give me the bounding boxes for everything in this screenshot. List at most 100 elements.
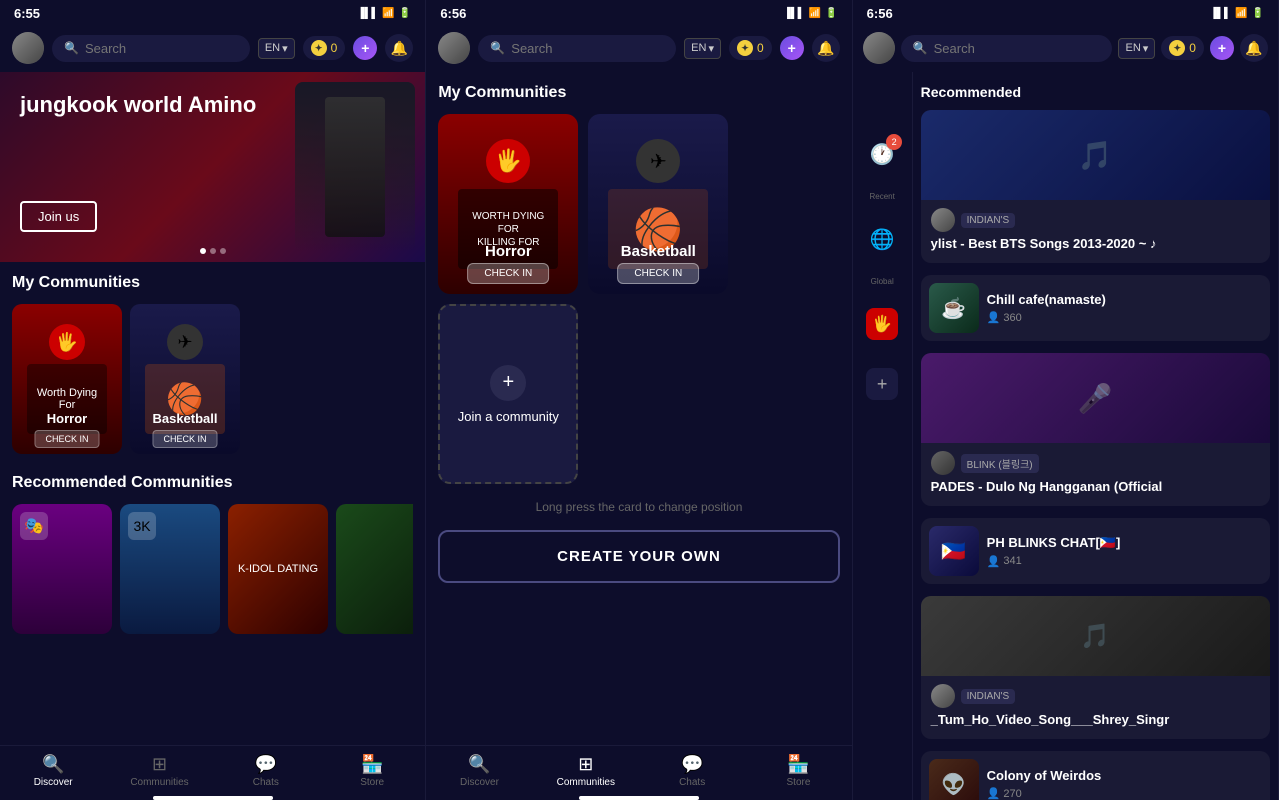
battery-icon-2: 🔋 — [825, 8, 837, 19]
search-bar-2[interactable]: 🔍 — [478, 35, 676, 62]
nav-discover-1[interactable]: 🔍 Discover — [0, 754, 106, 788]
nav-chats-1[interactable]: 💬 Chats — [213, 754, 319, 788]
avatar-3[interactable] — [863, 32, 895, 64]
avatar-1[interactable] — [12, 32, 44, 64]
lang-badge-1[interactable]: EN ▾ — [258, 38, 295, 59]
panel3-feed: Recommended 🎵 INDIAN'S ylist - Best BTS … — [913, 72, 1278, 800]
horror-checkin-btn[interactable]: CHECK IN — [34, 430, 99, 448]
signal-icon-2: ▐▌▌ — [783, 8, 804, 19]
add-icon: + — [866, 368, 898, 400]
feed-card-5[interactable]: 🎵 INDIAN'S _Tum_Ho_Video_Song___Shrey_Si… — [921, 596, 1270, 739]
bell-button-3[interactable]: 🔔 — [1240, 34, 1268, 62]
feed-image-3: 🎤 — [921, 353, 1270, 443]
feed-info-1: INDIAN'S ylist - Best BTS Songs 2013-202… — [921, 200, 1270, 263]
sidebar-recent[interactable]: 🕐 2 — [860, 132, 904, 176]
feed-title-1: ylist - Best BTS Songs 2013-2020 ~ ♪ — [931, 236, 1260, 251]
coin-circle-2: ✦ — [737, 40, 753, 56]
search-bar-3[interactable]: 🔍 — [901, 35, 1113, 62]
plus-button-2[interactable]: + — [780, 36, 804, 60]
battery-icon-3: 🔋 — [1252, 8, 1264, 19]
feed-info-4: PH BLINKS CHAT[🇵🇭] 👤 341 — [987, 535, 1121, 568]
lang-label-1: EN — [265, 42, 280, 54]
search-input-2[interactable] — [511, 41, 664, 56]
rec-card-3[interactable]: K-IDOL DATING K... — [228, 504, 328, 634]
lang-label-3: EN — [1125, 42, 1140, 54]
banner-text-1: jungkook world Amino — [20, 92, 256, 118]
horror-large-checkin[interactable]: CHECK IN — [467, 263, 549, 284]
sidebar-add[interactable]: + — [860, 362, 904, 406]
community-tag-5: INDIAN'S — [961, 689, 1015, 704]
community-cards-1: 🖐 Worth Dying For Horror CHECK IN ✈ 🏀 — [12, 304, 413, 454]
plus-button-3[interactable]: + — [1210, 36, 1234, 60]
store-icon-1: 🏪 — [361, 754, 383, 775]
join-community-card[interactable]: + Join a community — [438, 304, 578, 484]
bottom-nav-2: 🔍 Discover ⊞ Communities 💬 Chats 🏪 Store — [426, 745, 851, 792]
nav-communities-label-2: Communities — [557, 777, 615, 788]
nav-communities-1[interactable]: ⊞ Communities — [106, 754, 212, 788]
feed-card-4[interactable]: 🇵🇭 PH BLINKS CHAT[🇵🇭] 👤 341 — [921, 518, 1270, 584]
lang-badge-3[interactable]: EN ▾ — [1118, 38, 1155, 59]
bell-button-2[interactable]: 🔔 — [812, 34, 840, 62]
avatar-2[interactable] — [438, 32, 470, 64]
basketball-checkin-btn[interactable]: CHECK IN — [152, 430, 217, 448]
feed-section-title: Recommended — [921, 84, 1270, 100]
nav-discover-2[interactable]: 🔍 Discover — [426, 754, 532, 788]
my-communities-title-1: My Communities — [12, 274, 413, 292]
search-bar-1[interactable]: 🔍 — [52, 35, 250, 62]
basketball-large-card[interactable]: ✈ 🏀 Basketball CHECK IN — [588, 114, 728, 294]
community-tag-3: BLINK (블링크) — [961, 454, 1039, 473]
sidebar-global[interactable]: 🌐 — [860, 217, 904, 261]
nav-communities-2[interactable]: ⊞ Communities — [533, 754, 639, 788]
banner-title-1: jungkook world Amino — [20, 92, 256, 118]
sidebar-hand[interactable]: 🖐 — [860, 302, 904, 346]
search-input-3[interactable] — [934, 41, 1101, 56]
chevron-down-icon-3: ▾ — [1143, 42, 1149, 55]
nav-store-2[interactable]: 🏪 Store — [745, 754, 851, 788]
feed-card-2[interactable]: ☕ Chill cafe(namaste) 👤 360 — [921, 275, 1270, 341]
horror-large-card[interactable]: 🖐 WORTH DYING FORKILLING FOR Horror CHEC… — [438, 114, 578, 294]
feed-title-6: Colony of Weirdos — [987, 768, 1102, 783]
chevron-down-icon-2: ▾ — [708, 42, 714, 55]
rec-card-2[interactable]: 3K Amino — [120, 504, 220, 634]
rec-card-4[interactable] — [336, 504, 413, 634]
horror-community-card[interactable]: 🖐 Worth Dying For Horror CHECK IN — [12, 304, 122, 454]
join-button-1[interactable]: Join us — [20, 201, 97, 232]
panel-2: 6:56 ▐▌▌ 📶 🔋 🔍 EN ▾ ✦ 0 + 🔔 My Communiti… — [426, 0, 852, 800]
search-input-1[interactable] — [85, 41, 238, 56]
feed-card-6[interactable]: 👽 Colony of Weirdos 👤 270 — [921, 751, 1270, 800]
basketball-community-card[interactable]: ✈ 🏀 Basketball CHECK IN — [130, 304, 240, 454]
panel3-sidebar: 🕐 2 Recent 🌐 Global 🖐 + — [853, 72, 913, 800]
lang-label-2: EN — [691, 42, 706, 54]
bell-button-1[interactable]: 🔔 — [385, 34, 413, 62]
plus-button-1[interactable]: + — [353, 36, 377, 60]
feed-card-1[interactable]: 🎵 INDIAN'S ylist - Best BTS Songs 2013-2… — [921, 110, 1270, 263]
nav-store-label-1: Store — [360, 777, 384, 788]
coin-circle-3: ✦ — [1169, 40, 1185, 56]
bottom-nav-1: 🔍 Discover ⊞ Communities 💬 Chats 🏪 Store — [0, 745, 425, 792]
status-bar-1: 6:55 ▐▌▌ 📶 🔋 — [0, 0, 425, 25]
global-icon: 🌐 — [870, 227, 895, 252]
feed-info-5: INDIAN'S _Tum_Ho_Video_Song___Shrey_Sing… — [921, 676, 1270, 739]
panel3-outer: 🕐 2 Recent 🌐 Global 🖐 + Recommended 🎵 — [853, 72, 1278, 800]
communities-icon-1: ⊞ — [152, 754, 167, 775]
rec-card-1[interactable]: 🎭 Fandoms — [12, 504, 112, 634]
rec-cards-1: 🎭 Fandoms 3K Amino K-IDOL DATING K... — [12, 504, 413, 634]
basketball-large-checkin[interactable]: CHECK IN — [617, 263, 699, 284]
coin-badge-3: ✦ 0 — [1161, 36, 1204, 60]
feed-title-2: Chill cafe(namaste) — [987, 292, 1106, 307]
nav-store-1[interactable]: 🏪 Store — [319, 754, 425, 788]
recent-label: Recent — [869, 192, 894, 201]
feed-card-3[interactable]: 🎤 BLINK (블링크) PADES - Dulo Ng Hangganan … — [921, 353, 1270, 506]
feed-info-3: BLINK (블링크) PADES - Dulo Ng Hangganan (O… — [921, 443, 1270, 506]
nav-chats-2[interactable]: 💬 Chats — [639, 754, 745, 788]
recommended-title-1: Recommended Communities — [12, 474, 413, 492]
lang-badge-2[interactable]: EN ▾ — [684, 38, 721, 59]
status-icons-3: ▐▌▌ 📶 🔋 — [1210, 8, 1264, 19]
feed-image-1: 🎵 — [921, 110, 1270, 200]
nav-communities-label-1: Communities — [130, 777, 188, 788]
create-own-button[interactable]: CREATE YOUR OWN — [438, 530, 839, 583]
status-bar-3: 6:56 ▐▌▌ 📶 🔋 — [853, 0, 1278, 25]
rec-card-bg-2: 3K — [120, 504, 220, 634]
nav-discover-label-1: Discover — [34, 777, 73, 788]
store-icon-2: 🏪 — [787, 754, 809, 775]
